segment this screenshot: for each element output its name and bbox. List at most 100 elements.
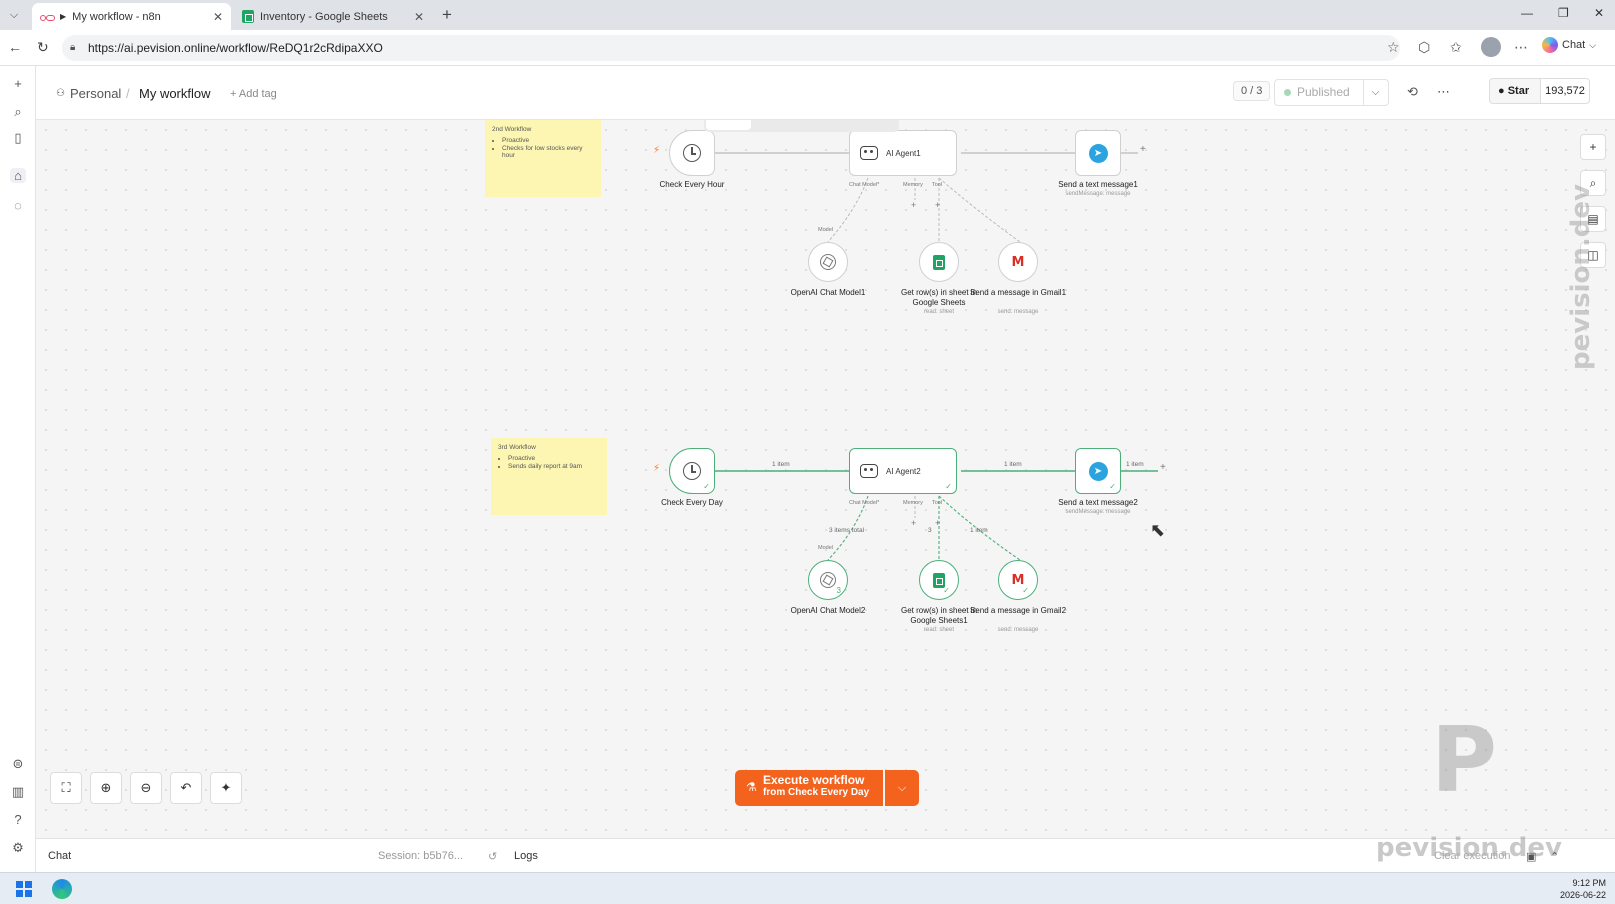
add-node-plus-icon[interactable]: + — [1160, 462, 1166, 473]
tab-executions[interactable]: Executions — [753, 120, 823, 130]
edge-item-count: 3 items total — [829, 527, 865, 534]
node-openai-chat-model1[interactable] — [808, 242, 848, 282]
chat-panel-toggle[interactable]: Chat — [48, 850, 71, 862]
copilot-chat-button[interactable]: Chat ⌵ — [1542, 37, 1596, 53]
breadcrumb-project[interactable]: Personal — [70, 86, 121, 101]
chevron-up-icon[interactable]: ⌃ — [1550, 850, 1559, 863]
favorites-icon[interactable]: ✩ — [1450, 39, 1462, 56]
node-check-every-hour[interactable] — [669, 130, 715, 176]
tab-n8n[interactable]: ▶ My workflow - n8n ✕ — [32, 3, 231, 30]
url-field[interactable]: 🔒︎ https://ai.pevision.online/workflow/R… — [62, 35, 1400, 61]
new-tab-button[interactable]: + — [442, 5, 452, 25]
tab-google-sheets[interactable]: Inventory - Google Sheets ✕ — [234, 3, 432, 30]
clear-execution-button[interactable]: Clear execution — [1434, 850, 1510, 862]
version-counter: 0 / 3 — [1233, 81, 1271, 101]
window-close-icon[interactable]: ✕ — [1594, 6, 1604, 20]
add-tag-button[interactable]: + Add tag — [230, 88, 277, 100]
sidebar-toggle-icon[interactable]: ▯ — [10, 130, 26, 146]
tab-list-chevron-icon[interactable]: ⌵ — [4, 6, 24, 24]
chat-icon[interactable]: ◌ — [10, 198, 26, 213]
reload-icon[interactable]: ↻ — [37, 39, 49, 56]
fit-view-icon[interactable]: ⛶ — [50, 772, 82, 804]
published-button[interactable]: Published — [1274, 79, 1364, 106]
port-label-model: Model — [818, 227, 833, 233]
execute-workflow-button[interactable]: ⚗ Execute workflow from Check Every Day — [735, 770, 883, 806]
more-icon[interactable]: ⋯ — [1514, 39, 1528, 56]
sticky-title: 3rd Workflow — [498, 444, 536, 451]
google-sheets-icon — [933, 254, 945, 270]
sticky-note-2nd-workflow[interactable]: 2nd Workflow Proactive Checks for low st… — [485, 120, 601, 197]
github-star-button[interactable]: ● Star — [1489, 78, 1541, 104]
templates-icon[interactable]: ⊜ — [10, 756, 26, 772]
profile-avatar[interactable] — [1481, 37, 1501, 57]
restore-icon[interactable]: ❐ — [1558, 6, 1569, 20]
undo-icon[interactable]: ↶ — [170, 772, 202, 804]
reset-session-icon[interactable]: ↺ — [488, 850, 497, 863]
back-icon[interactable]: ← — [8, 39, 22, 55]
logs-panel-toggle[interactable]: Logs — [514, 850, 538, 862]
node-label: Send a message in Gmail2 — [969, 606, 1067, 615]
workflow-title[interactable]: My workflow — [139, 86, 211, 101]
favorite-star-icon[interactable]: ☆ — [1387, 39, 1400, 56]
node-check-every-day[interactable]: ✓ — [669, 448, 715, 494]
insights-icon[interactable]: ▥ — [10, 784, 26, 800]
more-icon[interactable]: ⋯ — [1437, 84, 1450, 100]
popout-icon[interactable]: ▣ — [1526, 850, 1536, 863]
node-gmail-send1[interactable]: M — [998, 242, 1038, 282]
tab-editor[interactable]: Editor — [706, 120, 751, 130]
add-icon[interactable]: + — [10, 76, 26, 91]
watermark-p-logo: P — [1431, 708, 1497, 813]
add-tool-plus-icon[interactable]: + — [935, 518, 940, 528]
search-icon[interactable]: ⌕ — [10, 104, 26, 120]
tidy-up-icon[interactable]: ✦ — [210, 772, 242, 804]
node-subtitle: send: message — [997, 309, 1039, 315]
extensions-icon[interactable]: ⬡ — [1418, 39, 1430, 56]
settings-gear-icon[interactable]: ⚙ — [10, 840, 26, 856]
add-node-button[interactable]: + — [1580, 134, 1606, 160]
bottom-panel: Chat Session: b5b76... ↺ Logs pevision.d… — [36, 833, 1615, 872]
chat-label: Chat — [1562, 39, 1586, 51]
windows-taskbar: 9:12 PM 2026-06-22 — [0, 872, 1615, 904]
add-node-plus-icon[interactable]: + — [1140, 144, 1146, 155]
node-google-sheets-get-rows1[interactable]: ✓ — [919, 560, 959, 600]
chevron-down-icon[interactable]: ⌵ — [1363, 79, 1389, 106]
node-label: OpenAI Chat Model2 — [790, 606, 866, 615]
clock-time: 9:12 PM — [1572, 878, 1607, 888]
node-send-text-message2[interactable]: ➤ ✓ — [1075, 448, 1121, 494]
sticky-title: 2nd Workflow — [492, 126, 532, 133]
node-gmail-send2[interactable]: M ✓ — [998, 560, 1038, 600]
execute-dropdown-chevron-icon[interactable]: ⌵ — [885, 770, 919, 806]
help-icon[interactable]: ? — [10, 812, 26, 827]
watermark-vertical: pevision.dev — [1566, 184, 1596, 370]
clock-date: 2026-06-22 — [1560, 890, 1607, 900]
workflow-canvas[interactable]: Editor Executions Evaluations 2nd Workfl… — [36, 120, 1615, 838]
windows-start-icon[interactable] — [16, 881, 32, 897]
success-check-icon: ✓ — [1022, 586, 1029, 595]
node-ai-agent2[interactable]: AI Agent2 ✓ — [849, 448, 957, 494]
sticky-item: Proactive — [508, 455, 600, 462]
node-label: Check Every Hour — [659, 180, 725, 189]
view-switcher: Editor Executions Evaluations — [704, 120, 900, 132]
node-ai-agent1[interactable]: AI Agent1 — [849, 130, 957, 176]
tab-evaluations[interactable]: Evaluations — [825, 120, 898, 130]
add-memory-plus-icon[interactable]: + — [911, 518, 916, 528]
edge-browser-icon[interactable] — [52, 879, 72, 899]
close-icon[interactable]: ✕ — [213, 10, 223, 24]
chevron-down-icon: ⌵ — [1589, 39, 1597, 50]
node-send-text-message1[interactable]: ➤ — [1075, 130, 1121, 176]
node-google-sheets-get-rows[interactable] — [919, 242, 959, 282]
minimize-icon[interactable]: — — [1521, 6, 1533, 20]
sticky-note-3rd-workflow[interactable]: 3rd Workflow Proactive Sends daily repor… — [491, 438, 607, 515]
port-label-chat-model: Chat Model* — [849, 500, 880, 506]
workflow-header: ⚇ Personal / My workflow + Add tag 0 / 3… — [36, 66, 1615, 120]
node-openai-chat-model2[interactable]: 3 — [808, 560, 848, 600]
home-icon[interactable]: ⌂ — [10, 168, 26, 183]
close-icon[interactable]: ✕ — [414, 10, 424, 24]
add-memory-plus-icon[interactable]: + — [911, 200, 916, 210]
success-check-icon: ✓ — [943, 586, 950, 595]
zoom-out-icon[interactable]: ⊖ — [130, 772, 162, 804]
add-tool-plus-icon[interactable]: + — [935, 200, 940, 210]
history-icon[interactable]: ⟲ — [1407, 84, 1418, 100]
system-clock[interactable]: 9:12 PM 2026-06-22 — [1560, 877, 1606, 901]
zoom-in-icon[interactable]: ⊕ — [90, 772, 122, 804]
